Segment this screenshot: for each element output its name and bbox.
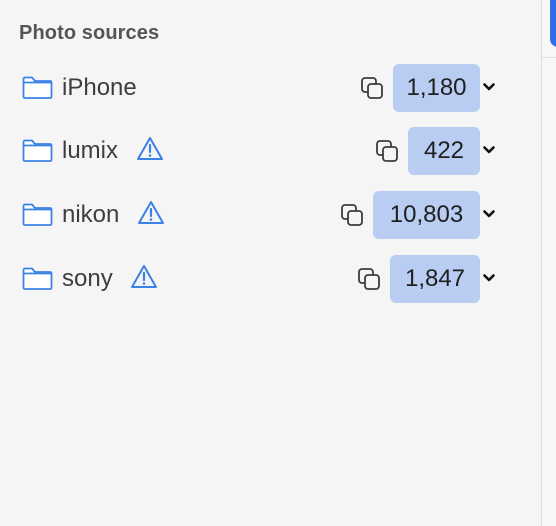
duplicate-icon[interactable] xyxy=(357,267,382,292)
source-row-lumix[interactable]: lumix 422 xyxy=(0,126,541,175)
photo-count-badge[interactable]: 10,803 xyxy=(373,191,480,239)
accent-button-edge[interactable] xyxy=(550,0,556,47)
warning-icon[interactable] xyxy=(136,135,164,163)
source-row-nikon[interactable]: nikon 10,803 xyxy=(0,190,541,239)
chevron-down-icon[interactable] xyxy=(482,143,496,157)
chevron-down-icon[interactable] xyxy=(482,271,496,285)
folder-icon xyxy=(22,267,53,290)
photo-sources-sidebar: Photo sources iPhone 1,180 lumix 422 nik… xyxy=(0,0,541,526)
chevron-down-icon[interactable] xyxy=(482,207,496,221)
right-pane xyxy=(542,0,556,526)
source-name: lumix xyxy=(62,137,119,164)
duplicate-icon[interactable] xyxy=(360,76,385,101)
photo-count-badge[interactable]: 422 xyxy=(408,127,480,175)
photo-count-badge[interactable]: 1,847 xyxy=(390,255,480,303)
photo-count-badge[interactable]: 1,180 xyxy=(393,64,480,112)
source-name: iPhone xyxy=(62,74,137,101)
folder-icon xyxy=(22,203,53,226)
duplicate-icon[interactable] xyxy=(375,139,400,164)
source-row-iphone[interactable]: iPhone 1,180 xyxy=(0,63,541,112)
source-row-sony[interactable]: sony 1,847 xyxy=(0,254,541,303)
source-name: sony xyxy=(62,265,113,292)
duplicate-icon[interactable] xyxy=(340,203,365,228)
chevron-down-icon[interactable] xyxy=(482,80,496,94)
folder-icon xyxy=(22,139,53,162)
warning-icon[interactable] xyxy=(130,263,158,291)
folder-icon xyxy=(22,76,53,99)
source-name: nikon xyxy=(62,201,120,228)
section-title: Photo sources xyxy=(19,22,160,44)
header-separator xyxy=(542,57,556,58)
warning-icon[interactable] xyxy=(137,199,165,227)
